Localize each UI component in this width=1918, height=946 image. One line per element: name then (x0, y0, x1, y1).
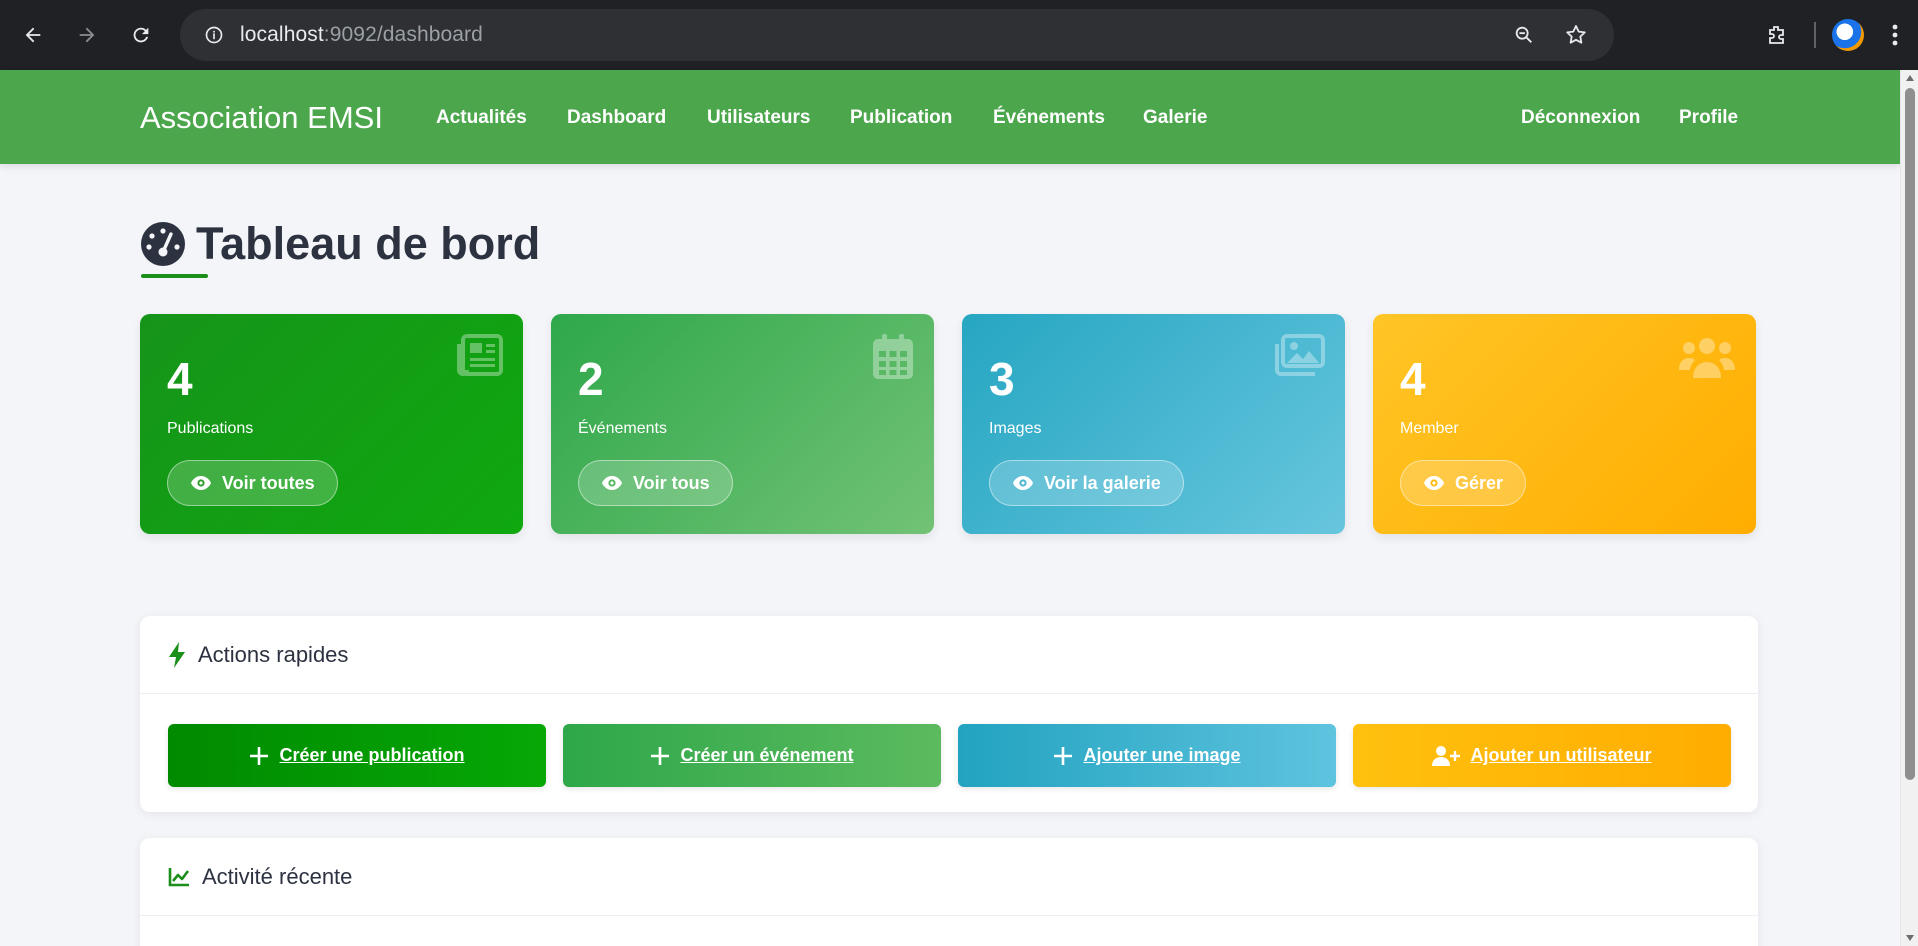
button-label: Gérer (1455, 472, 1504, 493)
stat-card-publications: 4 Publications Voir toutes (140, 314, 523, 534)
scroll-down-arrow-icon[interactable] (1901, 930, 1918, 946)
arrow-left-icon (25, 27, 41, 43)
manage-members-button[interactable]: Gérer (1400, 460, 1527, 506)
add-image-button[interactable]: Ajouter une image (958, 724, 1336, 787)
toolbar-divider (1814, 22, 1816, 48)
nav-link-dashboard[interactable]: Dashboard (567, 107, 666, 129)
nav-link-utilisateurs[interactable]: Utilisateurs (707, 107, 810, 129)
scroll-up-arrow-icon[interactable] (1901, 70, 1918, 86)
button-label: Voir toutes (222, 472, 315, 493)
nav-link-profile[interactable]: Profile (1679, 107, 1738, 129)
user-plus-icon (1432, 745, 1461, 766)
panel-title: Actions rapides (198, 641, 349, 667)
eye-icon (602, 476, 622, 490)
newspaper-icon (457, 334, 503, 376)
zoom-icon[interactable] (1504, 15, 1544, 55)
button-label: Créer une publication (279, 745, 465, 765)
view-all-events-button[interactable]: Voir tous (578, 460, 733, 506)
gauge-icon (141, 222, 185, 266)
stat-value: 2 (578, 353, 604, 405)
page-scrollbar[interactable] (1900, 70, 1918, 946)
stat-card-images: 3 Images Voir la galerie (962, 314, 1345, 534)
nav-link-actualites[interactable]: Actualités (436, 107, 527, 129)
button-label: Ajouter une image (1083, 745, 1241, 765)
site-info-icon[interactable] (188, 9, 240, 61)
nav-link-galerie[interactable]: Galerie (1143, 107, 1207, 129)
button-label: Ajouter un utilisateur (1470, 745, 1652, 765)
page-title: Tableau de bord (140, 218, 540, 270)
nav-link-evenements[interactable]: Événements (993, 107, 1105, 129)
url-text: localhost:9092/dashboard (240, 23, 483, 46)
button-label: Voir la galerie (1044, 472, 1161, 493)
bolt-icon (169, 641, 185, 668)
reload-icon (133, 27, 149, 43)
main-navbar: Association EMSI Actualités Dashboard Ut… (0, 70, 1900, 164)
chart-line-icon (168, 867, 190, 886)
plus-icon (1054, 746, 1073, 765)
button-label: Voir tous (633, 472, 710, 493)
profile-avatar[interactable] (1832, 19, 1864, 51)
quick-actions-panel: Actions rapides Créer une publication Cr… (140, 616, 1758, 812)
panel-header: Actions rapides (140, 616, 1758, 694)
plus-icon (250, 746, 269, 765)
recent-activity-panel: Activité récente (140, 838, 1758, 946)
reload-button[interactable] (114, 8, 168, 62)
create-event-button[interactable]: Créer un événement (563, 724, 941, 787)
stat-value: 4 (1400, 353, 1426, 405)
arrow-right-icon (79, 27, 95, 43)
eye-icon (191, 476, 211, 490)
stat-card-evenements: 2 Événements Voir tous (551, 314, 934, 534)
panel-title: Activité récente (202, 863, 353, 889)
stat-label: Événements (578, 420, 667, 437)
stat-card-members: 4 Member Gérer (1373, 314, 1756, 534)
calendar-icon (873, 334, 913, 379)
menu-kebab-icon[interactable] (1880, 8, 1910, 62)
extensions-icon[interactable] (1750, 8, 1804, 62)
bookmark-star-icon[interactable] (1556, 15, 1596, 55)
view-all-publications-button[interactable]: Voir toutes (167, 460, 338, 506)
nav-link-deconnexion[interactable]: Déconnexion (1521, 107, 1640, 129)
scrollbar-thumb[interactable] (1905, 88, 1915, 780)
browser-toolbar: localhost:9092/dashboard (0, 0, 1918, 70)
brand-logo-text[interactable]: Association EMSI (140, 100, 383, 136)
address-bar[interactable]: localhost:9092/dashboard (180, 9, 1614, 61)
stat-label: Member (1400, 420, 1459, 437)
nav-link-publication[interactable]: Publication (850, 107, 952, 129)
create-publication-button[interactable]: Créer une publication (168, 724, 546, 787)
plus-icon (651, 746, 670, 765)
stat-value: 3 (989, 353, 1015, 405)
view-gallery-button[interactable]: Voir la galerie (989, 460, 1184, 506)
stat-label: Publications (167, 420, 254, 437)
stat-value: 4 (167, 353, 193, 405)
page-heading: Tableau de bord (196, 218, 541, 269)
panel-header: Activité récente (140, 838, 1758, 916)
forward-button[interactable] (60, 8, 114, 62)
eye-icon (1424, 476, 1444, 490)
button-label: Créer un événement (680, 745, 854, 765)
eye-icon (1013, 476, 1033, 490)
images-icon (1275, 334, 1325, 376)
back-button[interactable] (6, 8, 60, 62)
users-icon (1679, 338, 1735, 378)
title-underline (141, 274, 208, 278)
add-user-button[interactable]: Ajouter un utilisateur (1353, 724, 1731, 787)
stat-label: Images (989, 420, 1042, 437)
